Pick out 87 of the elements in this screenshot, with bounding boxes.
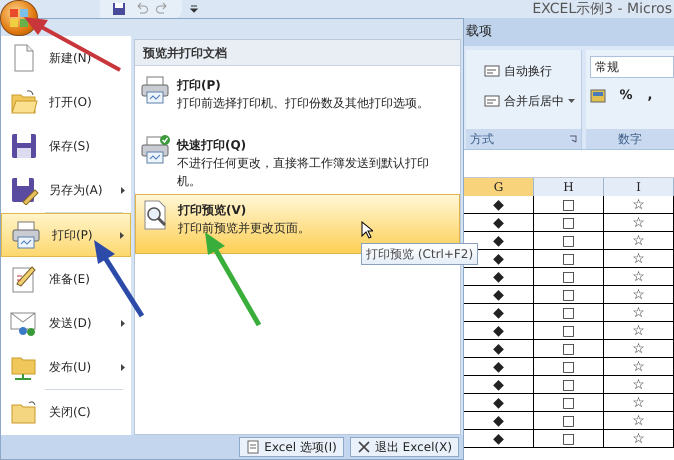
close-icon <box>356 440 371 454</box>
table-cell: ☆ <box>604 214 674 231</box>
table-cell: ☆ <box>604 196 674 213</box>
mouse-cursor-icon <box>361 221 373 239</box>
submenu-item[interactable]: 快速打印(Q) 不进行任何更改，直接将工作簿发送到默认打印机。 <box>135 130 460 194</box>
wrap-text-icon <box>484 94 500 108</box>
table-cell: □ <box>534 430 604 447</box>
menu-item-label: 新建(N) <box>49 50 92 67</box>
table-cell: □ <box>534 286 604 303</box>
menu-item-label: 关闭(C) <box>49 404 92 421</box>
column-header[interactable]: G <box>464 178 534 196</box>
table-cell: □ <box>534 214 604 231</box>
menu-item[interactable]: 打印(P) <box>1 213 131 257</box>
office-logo-icon <box>8 7 30 29</box>
printer-check-icon <box>139 134 171 166</box>
tooltip: 打印预览 (Ctrl+F2) <box>361 243 478 265</box>
table-cell: ☆ <box>604 358 674 375</box>
submenu-item[interactable]: 打印(P) 打印前选择打印机、打印份数及其他打印选项。 <box>135 70 460 130</box>
table-cell: ☆ <box>604 340 674 357</box>
ribbon-tab[interactable]: 载项 <box>466 22 492 42</box>
format-button[interactable]: % <box>616 86 636 106</box>
menu-item[interactable]: 发送(D) <box>1 301 131 345</box>
table-cell: □ <box>534 412 604 429</box>
submenu-arrow-icon <box>121 320 125 326</box>
footer-button[interactable]: 退出 Excel(X) <box>350 437 459 457</box>
submenu-item-description: 打印前选择打印机、打印份数及其他打印选项。 <box>177 95 429 112</box>
table-cell: ☆ <box>604 430 674 447</box>
menu-item-label: 打开(O) <box>49 94 93 111</box>
submenu-item-description: 不进行任何更改，直接将工作簿发送到默认打印机。 <box>177 155 430 190</box>
menu-item[interactable]: 新建(N) <box>1 36 131 80</box>
menu-item-label: 另存为(A) <box>49 182 104 199</box>
dialog-launcher-icon[interactable] <box>569 135 577 143</box>
save-icon[interactable] <box>112 2 126 16</box>
menu-item-label: 保存(S) <box>49 138 91 155</box>
table-cell: ☆ <box>604 250 674 267</box>
printer-icon <box>10 219 42 251</box>
menu-item-label: 打印(P) <box>52 227 94 244</box>
menu-item-label: 发送(D) <box>49 315 93 332</box>
submenu-arrow-icon <box>120 232 124 238</box>
table-cell: □ <box>534 376 604 393</box>
menu-item[interactable]: 关闭(C) <box>1 390 131 434</box>
table-cell: ☆ <box>604 412 674 429</box>
menu-item-label: 准备(E) <box>49 271 91 288</box>
table-cell: ☆ <box>604 394 674 411</box>
floppy-disk-pencil-icon <box>9 175 39 205</box>
printer-icon <box>139 74 171 106</box>
menu-item[interactable]: 保存(S) <box>1 124 131 168</box>
table-cell: □ <box>534 304 604 321</box>
table-cell: □ <box>534 250 604 267</box>
submenu-item-title: 快速打印(Q) <box>177 137 246 154</box>
ribbon-button[interactable]: 自动换行 <box>484 62 581 80</box>
submenu-item-title: 打印预览(V) <box>178 202 246 219</box>
table-cell: □ <box>534 322 604 339</box>
footer-button[interactable]: Excel 选项(I) <box>239 437 344 457</box>
table-cell: ☆ <box>604 322 674 339</box>
table-cell: ☆ <box>604 376 674 393</box>
table-cell: ☆ <box>604 304 674 321</box>
number-format-dropdown[interactable]: 常规 <box>590 56 674 78</box>
table-cell: □ <box>534 394 604 411</box>
menu-item[interactable]: 另存为(A) <box>1 168 131 212</box>
table-cell: ☆ <box>604 232 674 249</box>
column-header[interactable]: I <box>604 178 674 196</box>
submenu-arrow-icon <box>121 186 125 194</box>
options-page-icon <box>246 440 260 454</box>
table-cell: □ <box>534 340 604 357</box>
table-cell: □ <box>534 196 604 213</box>
submenu-arrow-icon <box>121 364 125 370</box>
table-cell: ☆ <box>604 268 674 285</box>
table-cell: □ <box>534 358 604 375</box>
column-header[interactable]: H <box>534 178 604 196</box>
wrap-text-icon <box>484 64 500 78</box>
table-cell: ☆ <box>604 286 674 303</box>
menu-item[interactable]: 准备(E) <box>1 257 131 301</box>
menu-item[interactable]: 打开(O) <box>1 80 131 124</box>
group-label: 方式 <box>470 131 494 148</box>
table-cell: □ <box>534 268 604 285</box>
ribbon-button[interactable]: 合并后居中 <box>484 92 581 110</box>
format-button[interactable]: , <box>640 86 660 106</box>
submenu-item-description: 打印前预览并更改页面。 <box>178 220 310 237</box>
menu-item-label: 发布(U) <box>49 359 92 376</box>
submenu-item-title: 打印(P) <box>177 77 221 94</box>
customize-dropdown-icon[interactable] <box>190 4 198 14</box>
group-label: 数字 <box>618 131 642 148</box>
table-cell: □ <box>534 232 604 249</box>
menu-item[interactable]: 发布(U) <box>1 345 131 389</box>
panel-heading: 预览并打印文档 <box>143 44 227 62</box>
window-title: EXCEL示例3 - Micros <box>532 0 673 18</box>
